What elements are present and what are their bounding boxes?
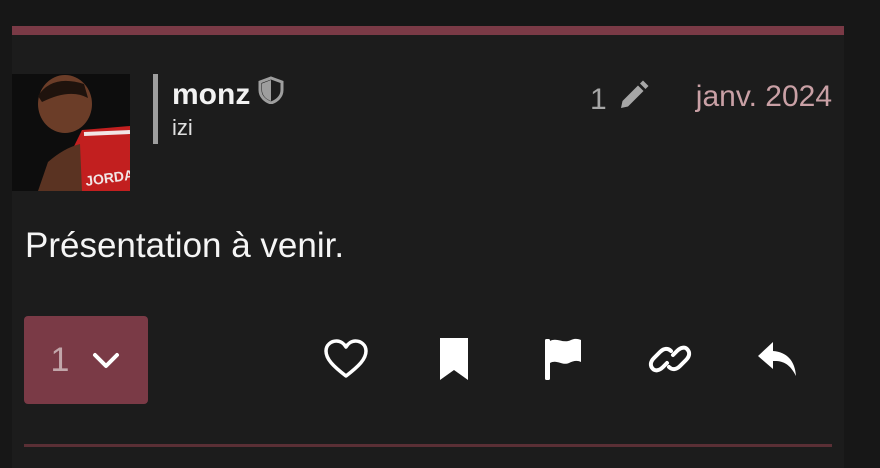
post-separator-top [12, 26, 844, 35]
reply-icon [755, 338, 801, 385]
flag-button[interactable] [538, 338, 586, 384]
shield-icon [258, 76, 284, 114]
heart-icon [323, 338, 369, 385]
bookmark-icon [437, 336, 471, 387]
post-separator-bottom [24, 444, 832, 447]
username-row: monz [172, 76, 284, 114]
like-button[interactable] [322, 338, 370, 384]
pencil-icon [617, 80, 649, 120]
user-title: izi [172, 115, 193, 140]
reply-button[interactable] [754, 338, 802, 384]
post-date[interactable]: janv. 2024 [696, 80, 832, 114]
edit-count: 1 [590, 83, 607, 116]
replies-count: 1 [50, 340, 70, 379]
chevron-down-icon [91, 341, 121, 380]
copy-link-button[interactable] [646, 338, 694, 384]
bookmark-button[interactable] [430, 336, 478, 387]
flag-icon [541, 336, 583, 387]
avatar[interactable]: JORDA [12, 74, 130, 191]
edit-history-button[interactable]: 1 [590, 80, 649, 120]
username[interactable]: monz [172, 76, 250, 114]
author-block: monz izi [153, 74, 284, 144]
link-icon [647, 336, 693, 387]
show-replies-button[interactable]: 1 [24, 316, 148, 404]
post-body: Présentation à venir. [25, 226, 345, 265]
